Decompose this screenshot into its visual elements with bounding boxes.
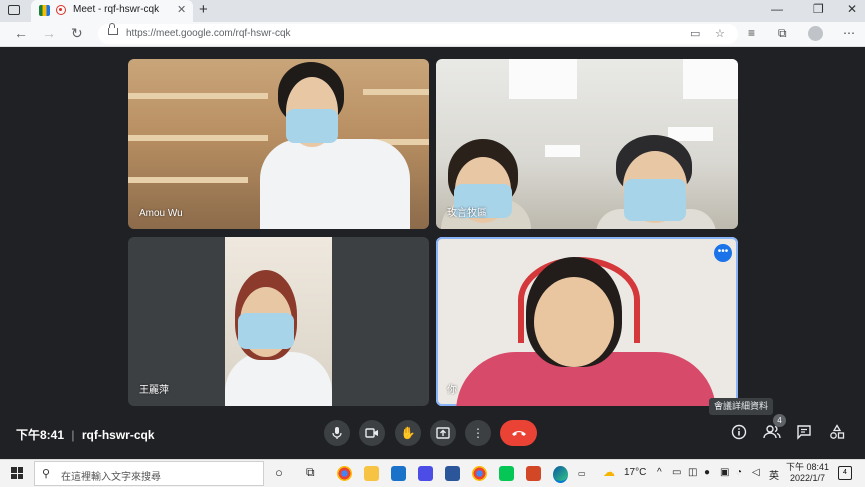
meeting-details-button[interactable] <box>731 424 747 443</box>
meeting-info: 下午8:41 | rqf-hswr-cqk <box>16 426 155 443</box>
portrait-video <box>225 237 332 406</box>
face-mask <box>624 179 686 221</box>
collections-icon[interactable]: ⧉ <box>778 26 787 41</box>
volume-icon[interactable]: ◁ <box>752 467 760 478</box>
reload-icon[interactable]: ↻ <box>71 25 83 42</box>
tab-meet[interactable]: Meet - rqf-hswr-cqk ✕ <box>31 0 193 22</box>
participant-tile-group[interactable]: 玫言牧區 <box>436 59 738 229</box>
battery-icon[interactable]: ▭ <box>672 467 681 478</box>
file-explorer-icon[interactable] <box>364 466 379 481</box>
tab-actions-icon[interactable] <box>8 5 20 15</box>
task-view-icon[interactable]: ⧉ <box>306 465 315 480</box>
meet-favicon-icon <box>39 5 50 16</box>
favorite-icon[interactable]: ☆ <box>715 27 725 40</box>
browser-toolbar: ← → ↻ https://meet.google.com/rqf-hswr-c… <box>0 22 865 47</box>
participant-name: 王麗萍 <box>139 385 169 396</box>
chrome-icon[interactable] <box>337 466 352 481</box>
word-icon[interactable] <box>445 466 460 481</box>
device-icon[interactable]: ◫ <box>688 467 697 478</box>
more-options-menu-button[interactable]: ⋮ <box>465 420 491 446</box>
notification-icon[interactable]: 4 <box>838 466 852 480</box>
present-screen-icon <box>436 427 450 439</box>
participant-tile-self[interactable]: ••• 你 <box>436 237 738 406</box>
whiteboard-icon[interactable] <box>418 466 433 481</box>
microphone-icon <box>332 427 342 439</box>
camera-button[interactable] <box>359 420 385 446</box>
network-icon[interactable]: ▣ <box>720 467 729 478</box>
weather-icon[interactable]: ☁ <box>603 465 615 479</box>
new-tab-button[interactable]: + <box>199 1 208 18</box>
clock-time: 下午 08:41 <box>786 462 830 472</box>
recording-indicator-icon <box>56 5 66 15</box>
profile-avatar[interactable] <box>808 26 823 41</box>
wifi-icon[interactable]: ◔ <box>736 467 742 478</box>
chat-button[interactable] <box>796 424 812 443</box>
lock-icon <box>108 23 118 35</box>
chrome-profile-icon[interactable] <box>472 466 487 481</box>
taskbar-clock[interactable]: 下午 08:41 2022/1/7 <box>786 462 829 484</box>
info-icon <box>731 424 747 440</box>
address-bar[interactable]: https://meet.google.com/rqf-hswr-cqk ▭ ☆ <box>98 23 738 44</box>
activities-button[interactable] <box>829 424 845 443</box>
tab-title: Meet - rqf-hswr-cqk <box>73 4 160 15</box>
minimize-button[interactable]: — <box>771 2 783 16</box>
windows-taskbar: ⚲ 在這裡輸入文字來搜尋 ○ ⧉ ▭ ☁ 17°C ^ ▭ ◫ ● ▣ ◔ ◁ … <box>0 459 865 487</box>
drive-icon[interactable]: ▭ <box>578 469 586 478</box>
clock-date: 2022/1/7 <box>789 473 826 483</box>
person-body <box>260 139 410 229</box>
leave-call-button[interactable] <box>500 420 537 446</box>
weather-temp[interactable]: 17°C <box>624 467 646 478</box>
participant-tile-wang[interactable]: 王麗萍 <box>128 237 429 406</box>
search-placeholder: 在這裡輸入文字來搜尋 <box>61 472 161 483</box>
favorites-icon[interactable]: ≡ <box>748 26 755 40</box>
participant-name: 玫言牧區 <box>447 208 487 219</box>
people-count-badge: 4 <box>773 414 786 427</box>
meeting-time: 下午8:41 <box>16 428 65 442</box>
meeting-details-tooltip: 會議詳細資料 <box>709 398 774 415</box>
more-options-button[interactable]: ••• <box>714 244 732 262</box>
participant-name: 你 <box>447 385 457 396</box>
menu-icon[interactable]: ⋯ <box>843 26 855 40</box>
mail-icon[interactable] <box>391 466 406 481</box>
browser-tab-bar: Meet - rqf-hswr-cqk ✕ + — ❐ ✕ <box>0 0 865 22</box>
show-hidden-icons[interactable]: ^ <box>657 467 662 478</box>
maximize-button[interactable]: ❐ <box>813 2 824 16</box>
camera-icon <box>365 428 378 438</box>
taskbar-search-input[interactable]: ⚲ 在這裡輸入文字來搜尋 <box>34 461 264 486</box>
participant-tile-amou-wu[interactable]: Amou Wu <box>128 59 429 229</box>
face-mask <box>238 313 294 349</box>
present-screen-button[interactable] <box>430 420 456 446</box>
raise-hand-button[interactable]: ✋ <box>395 420 421 446</box>
close-window-button[interactable]: ✕ <box>847 2 857 16</box>
separator: | <box>71 428 75 442</box>
microphone-tray-icon[interactable]: ● <box>704 467 710 478</box>
activities-icon <box>830 424 845 439</box>
line-icon[interactable] <box>499 466 514 481</box>
participant-name: Amou Wu <box>139 208 183 219</box>
ime-indicator[interactable]: 英 <box>769 467 779 482</box>
search-icon: ⚲ <box>42 468 51 480</box>
forward-icon[interactable]: → <box>42 25 56 41</box>
powerpoint-icon[interactable] <box>526 466 541 481</box>
chat-icon <box>797 425 811 440</box>
url-text: https://meet.google.com/rqf-hswr-cqk <box>126 28 291 39</box>
tab-close-icon[interactable]: ✕ <box>177 3 186 16</box>
windows-start-icon[interactable] <box>11 467 23 479</box>
cortana-icon[interactable]: ○ <box>275 465 283 480</box>
raise-hand-icon: ✋ <box>400 426 416 440</box>
microphone-button[interactable] <box>324 420 350 446</box>
back-icon[interactable]: ← <box>14 25 28 41</box>
meeting-code: rqf-hswr-cqk <box>81 428 155 442</box>
hang-up-icon <box>511 431 526 436</box>
edge-icon[interactable] <box>553 466 568 483</box>
more-vert-icon: ⋮ <box>472 426 484 440</box>
face-mask <box>286 109 338 143</box>
camera-in-use-icon[interactable]: ▭ <box>690 27 700 40</box>
